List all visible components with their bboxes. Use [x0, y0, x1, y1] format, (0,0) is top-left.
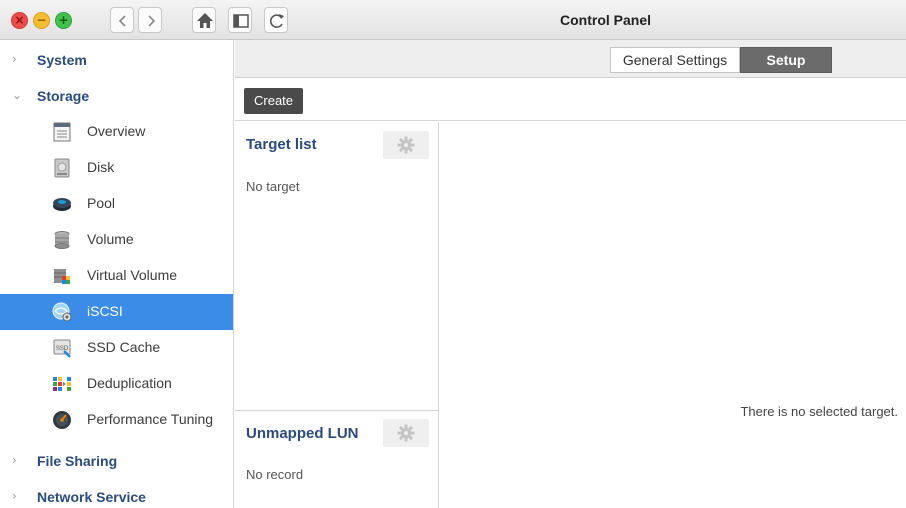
- virtual-volume-icon: [54, 269, 70, 284]
- sidebar-item-label: Pool: [87, 195, 116, 211]
- close-icon: ×: [14, 13, 25, 27]
- target-list-empty: No target: [246, 179, 300, 194]
- create-button[interactable]: Create: [244, 88, 304, 114]
- sidebar-item-pool[interactable]: Pool: [0, 186, 233, 222]
- sidebar-item-performance-tuning[interactable]: Performance Tuning: [0, 402, 233, 438]
- iscsi-icon: [52, 302, 72, 322]
- back-button[interactable]: [110, 7, 134, 33]
- sidebar-group-storage[interactable]: ⌄ Storage: [0, 78, 233, 114]
- sidebar-toggle-icon: [233, 14, 249, 28]
- sidebar-item-volume[interactable]: Volume: [0, 222, 233, 258]
- refresh-button[interactable]: [264, 7, 288, 33]
- sidebar: › System ⌄ Storage Overview Disk Pool Vo…: [0, 40, 234, 508]
- tab-general-settings[interactable]: General Settings: [610, 47, 740, 73]
- svg-text:SSD: SSD: [56, 346, 69, 352]
- chevron-right-icon: ›: [12, 489, 17, 503]
- gear-icon: [397, 136, 415, 154]
- target-detail-panel: There is no selected target.: [440, 122, 906, 508]
- home-button[interactable]: [192, 7, 216, 33]
- chevron-left-icon: [118, 15, 126, 27]
- refresh-icon: [269, 14, 284, 28]
- sidebar-group-label: Storage: [37, 88, 90, 104]
- panel-divider: [235, 410, 439, 411]
- unmapped-lun-empty: No record: [246, 467, 304, 482]
- overview-icon: [53, 122, 71, 142]
- sidebar-group-label: File Sharing: [37, 453, 118, 469]
- sidebar-item-label: iSCSI: [87, 303, 123, 319]
- sidebar-group-label: Network Service: [37, 489, 146, 505]
- sidebar-group-label: System: [37, 52, 87, 68]
- window-title: Control Panel: [560, 12, 652, 28]
- sidebar-item-label: SSD Cache: [87, 339, 161, 355]
- target-panel: Target list No target Unmapped LUN No re…: [235, 122, 439, 508]
- performance-tuning-icon: [53, 411, 71, 429]
- action-toolbar: Create: [235, 79, 906, 121]
- sidebar-item-overview[interactable]: Overview: [0, 114, 233, 150]
- sidebar-item-iscsi[interactable]: iSCSI: [0, 294, 233, 330]
- home-icon: [197, 13, 213, 28]
- sidebar-item-label: Overview: [87, 123, 146, 139]
- chevron-right-icon: ›: [12, 52, 17, 66]
- tab-setup[interactable]: Setup: [740, 47, 832, 73]
- target-list-settings-button[interactable]: [383, 131, 429, 159]
- sidebar-item-label: Deduplication: [87, 375, 172, 391]
- close-window-button[interactable]: ×: [11, 12, 28, 29]
- sidebar-item-label: Virtual Volume: [87, 267, 178, 283]
- minimize-window-button[interactable]: −: [33, 12, 50, 29]
- forward-button[interactable]: [138, 7, 162, 33]
- sidebar-item-ssd-cache[interactable]: SSD SSD Cache: [0, 330, 233, 366]
- chevron-down-icon: ⌄: [12, 88, 23, 102]
- sidebar-item-deduplication[interactable]: Deduplication: [0, 366, 233, 402]
- gear-icon: [397, 424, 415, 442]
- chevron-right-icon: ›: [12, 453, 17, 467]
- sidebar-item-label: Disk: [87, 159, 115, 175]
- detail-empty-message: There is no selected target.: [740, 404, 898, 419]
- volume-icon: [54, 231, 70, 249]
- deduplication-icon: [53, 377, 71, 391]
- minimize-icon: −: [36, 13, 47, 27]
- unmapped-lun-settings-button[interactable]: [383, 419, 429, 447]
- chevron-right-icon: [148, 15, 156, 27]
- tab-bar: General Settings Setup: [235, 40, 906, 78]
- sidebar-toggle-button[interactable]: [228, 7, 252, 33]
- target-list-title: Target list: [246, 136, 317, 153]
- sidebar-item-label: Performance Tuning: [87, 411, 214, 427]
- sidebar-group-file-sharing[interactable]: › File Sharing: [0, 443, 233, 479]
- sidebar-item-virtual-volume[interactable]: Virtual Volume: [0, 258, 233, 294]
- sidebar-item-disk[interactable]: Disk: [0, 150, 233, 186]
- maximize-icon: +: [58, 13, 69, 27]
- unmapped-lun-title: Unmapped LUN: [246, 425, 359, 442]
- disk-icon: [54, 158, 70, 178]
- sidebar-group-network-service[interactable]: › Network Service: [0, 479, 233, 508]
- maximize-window-button[interactable]: +: [55, 12, 72, 29]
- sidebar-group-system[interactable]: › System: [0, 42, 233, 78]
- pool-icon: [53, 198, 71, 211]
- title-bar: × − + Control Panel: [0, 0, 906, 40]
- sidebar-item-label: Volume: [87, 231, 134, 247]
- ssd-cache-icon: SSD: [53, 339, 71, 358]
